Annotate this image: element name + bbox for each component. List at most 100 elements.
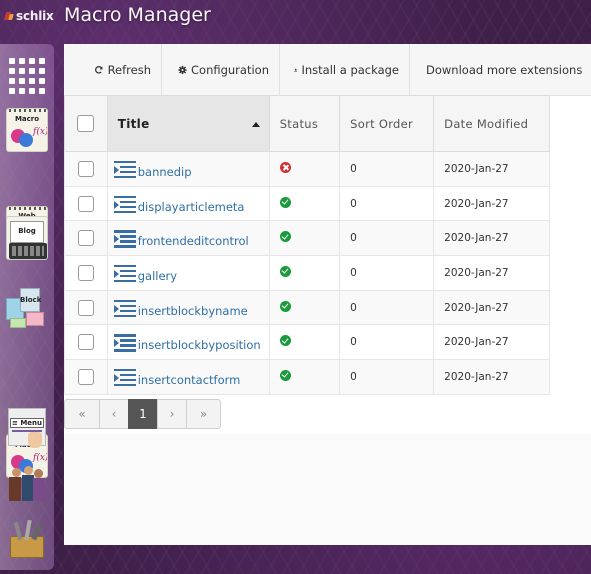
status-column-header[interactable]: Status [268,95,341,152]
macro-title: insertblockbyname [137,303,248,318]
main-panel: Refresh Configuration Install a package [64,44,591,545]
download-extensions-button[interactable]: Download more extensions [410,44,591,96]
row-checkbox[interactable] [77,160,94,177]
install-package-button[interactable]: Install a package [280,44,410,96]
title-column-header[interactable]: Title [106,95,270,152]
table-row: insertcontactform 0 2020-Jan-27 [64,359,550,395]
dock-label: Blog [18,227,36,235]
title-column-label: Title [117,116,150,131]
title-cell: insertblockbyname [106,289,270,326]
dock-label: Menu [20,419,42,427]
previous-page-button[interactable]: ‹ [99,399,129,429]
date-modified-cell: 2020-Jan-27 [433,185,550,222]
row-select-cell [64,185,108,222]
schlix-logo[interactable]: schlix [4,9,54,23]
status-cell [268,359,341,395]
table-row: frontendeditcontrol 0 2020-Jan-27 [64,220,550,257]
title-cell: bannedip [106,151,270,187]
sort-order-cell: 0 [339,151,435,187]
status-enabled-icon[interactable] [279,300,291,312]
gear-icon [178,65,187,75]
row-select-cell [64,359,108,395]
macro-title: insertblockbyposition [137,338,261,353]
menu-app-icon[interactable]: ≡ Menu [6,406,48,450]
status-column-label: Status [279,116,319,131]
row-checkbox[interactable] [77,264,94,281]
sort-order-cell: 0 [339,220,435,257]
next-page-button[interactable]: › [157,399,187,429]
macro-title-link[interactable]: frontendeditcontrol [113,228,261,248]
dock-label: Block [20,296,42,304]
table-row: gallery 0 2020-Jan-27 [64,255,550,291]
pagination: « ‹ 1 › » [64,399,221,429]
status-disabled-icon[interactable] [279,161,291,173]
date-modified-column-header[interactable]: Date Modified [433,95,550,152]
sort-order-cell: 0 [339,289,435,326]
select-all-cell [64,95,108,152]
row-checkbox[interactable] [77,368,94,385]
list-icon [113,332,136,352]
last-page-button[interactable]: » [186,399,221,429]
macro-title-link[interactable]: insertblockbyposition [113,332,261,353]
status-enabled-icon[interactable] [279,369,291,381]
status-enabled-icon[interactable] [279,196,291,208]
page-title: Macro Manager [64,4,211,26]
macro-app-icon[interactable]: Macro f(x) [6,108,48,152]
block-app-icon[interactable]: Block [6,284,48,328]
status-enabled-icon[interactable] [279,335,291,347]
status-enabled-icon[interactable] [279,265,291,277]
row-select-cell [64,289,108,326]
users-app-icon[interactable] [6,462,48,506]
date-modified-cell: 2020-Jan-27 [433,324,550,361]
toolbox-app-icon[interactable] [6,518,48,562]
status-cell [268,289,341,326]
row-checkbox[interactable] [77,195,94,212]
sort-order-cell: 0 [339,324,435,361]
configuration-button[interactable]: Configuration [162,44,280,96]
row-checkbox[interactable] [77,334,94,351]
table-row: bannedip 0 2020-Jan-27 [64,151,550,187]
macro-title-link[interactable]: displayarticlemeta [113,194,261,214]
toolbar: Refresh Configuration Install a package [64,44,591,96]
sort-order-cell: 0 [339,255,435,291]
row-checkbox[interactable] [77,299,94,316]
list-icon [113,367,136,387]
refresh-button[interactable]: Refresh [80,44,162,96]
first-page-button[interactable]: « [64,399,100,429]
row-checkbox[interactable] [77,230,94,247]
date-modified-cell: 2020-Jan-27 [433,289,550,326]
row-select-cell [64,255,108,291]
schlix-logo-icon [4,11,14,21]
current-page-button[interactable]: 1 [128,399,158,429]
list-icon [113,228,136,248]
list-icon [113,263,136,283]
upload-icon [294,68,298,72]
table-header-row: Title Status Sort Order Date Modified [64,95,550,152]
table-row: insertblockbyname 0 2020-Jan-27 [64,289,550,326]
status-cell [268,324,341,361]
status-enabled-icon[interactable] [279,231,291,243]
macro-title: gallery [137,268,178,283]
blog-app-icon[interactable]: Blog [6,216,48,260]
dock-label: Macro [14,115,40,123]
date-modified-cell: 2020-Jan-27 [433,151,550,187]
refresh-label: Refresh [107,63,151,77]
title-cell: gallery [106,255,270,291]
macro-title-link[interactable]: bannedip [113,159,261,179]
sort-order-column-label: Sort Order [350,116,414,131]
sort-order-column-header[interactable]: Sort Order [339,95,435,152]
macro-title-link[interactable]: gallery [113,263,261,283]
title-cell: frontendeditcontrol [106,220,270,257]
sort-order-cell: 0 [339,359,435,395]
select-all-checkbox[interactable] [77,115,95,132]
status-cell [268,220,341,257]
status-cell [268,255,341,291]
table-body: bannedip 0 2020-Jan-27 displayarticlemeta 0 2… [64,151,550,395]
macro-title-link[interactable]: insertcontactform [113,367,261,387]
macro-table: Title Status Sort Order Date Modified ba… [64,95,550,395]
status-cell [268,151,341,187]
title-cell: insertblockbyposition [106,324,270,361]
macro-title-link[interactable]: insertblockbyname [113,298,261,318]
app-grid-icon[interactable] [6,54,48,98]
sort-ascending-icon [251,122,260,127]
